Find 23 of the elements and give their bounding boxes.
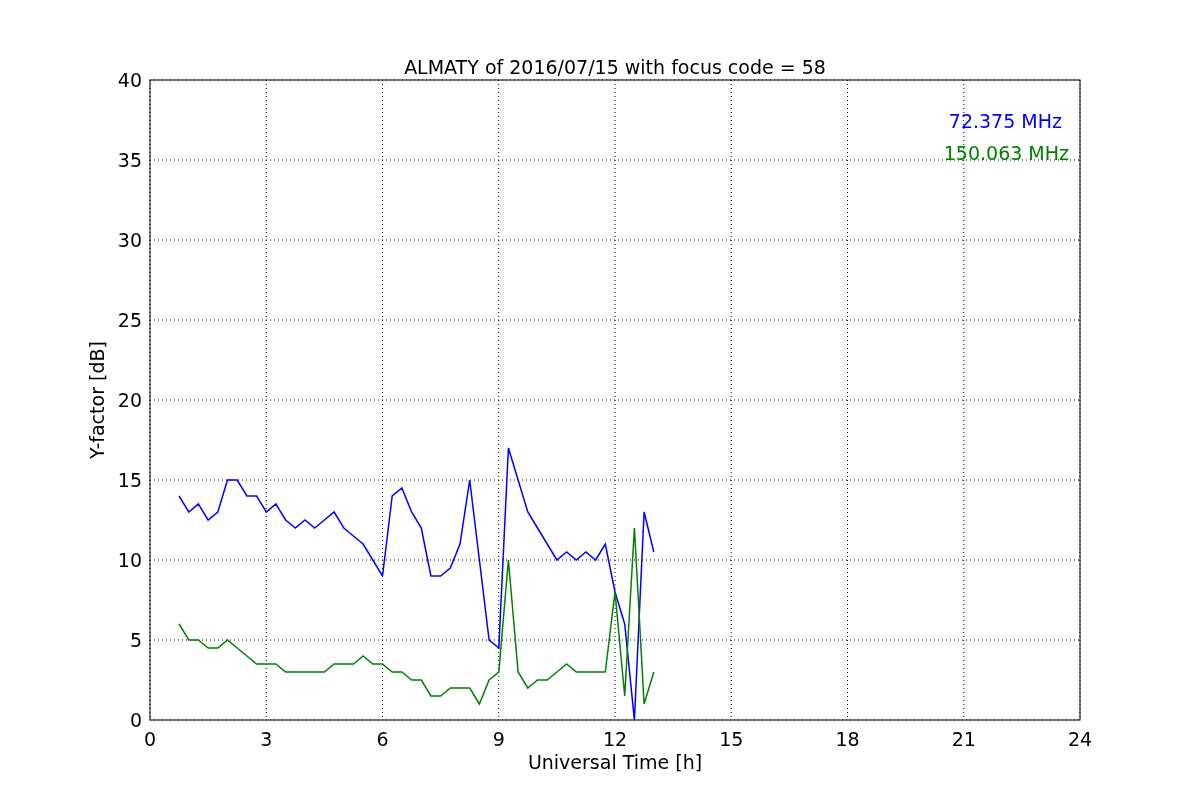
x-tick-label: 6	[376, 728, 389, 750]
legend-label: 72.375 MHz	[948, 110, 1062, 132]
y-tick-label: 40	[117, 69, 142, 91]
y-tick-label: 20	[117, 389, 142, 411]
x-tick-label: 21	[951, 728, 976, 750]
y-tick-label: 15	[117, 469, 142, 491]
x-tick-label: 0	[143, 728, 157, 750]
y-tick-label: 35	[117, 149, 142, 171]
chart-title: ALMATY of 2016/07/15 with focus code = 58	[404, 56, 826, 78]
y-tick-label: 30	[117, 229, 142, 251]
x-tick-label: 3	[260, 728, 273, 750]
y-tick-label: 10	[117, 549, 142, 571]
x-tick-label: 18	[835, 728, 860, 750]
y-tick-label: 5	[129, 629, 142, 651]
y-tick-label: 25	[117, 309, 142, 331]
x-tick-label: 15	[719, 728, 744, 750]
x-tick-label: 12	[602, 728, 628, 750]
legend-label: 150.063 MHz	[943, 142, 1069, 164]
x-tick-label: 9	[492, 728, 505, 750]
y-axis-label: Y-factor [dB]	[86, 341, 108, 459]
x-tick-label: 24	[1067, 728, 1093, 750]
y-tick-label: 0	[129, 709, 142, 731]
x-axis-label: Universal Time [h]	[527, 751, 703, 773]
